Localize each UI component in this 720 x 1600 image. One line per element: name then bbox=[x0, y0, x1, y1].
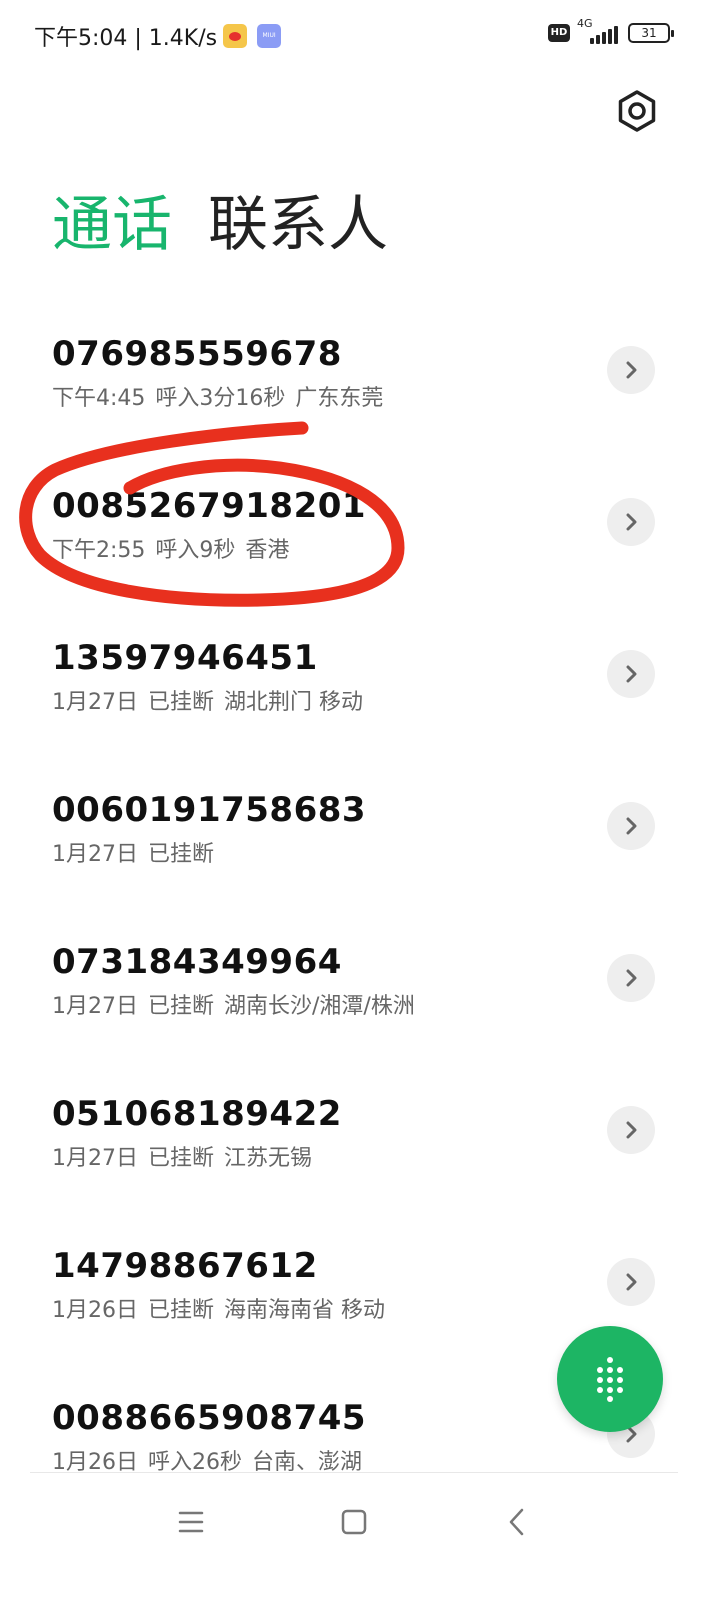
gear-icon bbox=[618, 90, 656, 132]
call-status: 已挂断 bbox=[148, 1146, 215, 1171]
chevron-right-icon bbox=[626, 1121, 637, 1139]
battery-level: 31 bbox=[641, 26, 657, 40]
call-log-item[interactable]: 073184349964 1月27日 已挂断 湖南长沙/湘潭/株洲 bbox=[0, 928, 720, 1080]
call-time: 下午2:55 bbox=[52, 538, 146, 563]
miui-icon: MIUI bbox=[257, 24, 282, 48]
call-time: 1月27日 bbox=[52, 1146, 138, 1171]
call-status: 已挂断 bbox=[148, 690, 215, 715]
call-details-button[interactable] bbox=[607, 1258, 655, 1306]
chevron-right-icon bbox=[626, 513, 637, 531]
call-detail: 1月27日 已挂断 湖北荆门 移动 bbox=[52, 684, 363, 716]
chevron-right-icon bbox=[626, 361, 637, 379]
call-number: 14798867612 bbox=[52, 1246, 318, 1286]
call-log-item[interactable]: 0085267918201 下午2:55 呼入9秒 香港 bbox=[0, 472, 720, 624]
chevron-right-icon bbox=[626, 665, 637, 683]
call-details-button[interactable] bbox=[607, 346, 655, 394]
home-button[interactable] bbox=[334, 1502, 374, 1542]
back-icon bbox=[509, 1508, 524, 1536]
call-status: 已挂断 bbox=[148, 1298, 215, 1323]
chevron-right-icon bbox=[626, 969, 637, 987]
home-icon bbox=[341, 1509, 367, 1535]
call-status: 已挂断 bbox=[148, 994, 215, 1019]
nav-divider bbox=[30, 1472, 678, 1473]
call-log-item[interactable]: 051068189422 1月27日 已挂断 江苏无锡 bbox=[0, 1080, 720, 1232]
status-left: 下午5:04 | 1.4K/s MIUI bbox=[34, 20, 282, 52]
call-log-item[interactable]: 076985559678 下午4:45 呼入3分16秒 广东东莞 bbox=[0, 320, 720, 472]
call-detail: 1月26日 已挂断 海南海南省 移动 bbox=[52, 1292, 385, 1324]
call-details-button[interactable] bbox=[607, 802, 655, 850]
call-time: 下午4:45 bbox=[52, 386, 146, 411]
signal-bars bbox=[588, 26, 618, 44]
call-location: 湖南长沙/湘潭/株洲 bbox=[224, 994, 415, 1019]
back-button[interactable] bbox=[497, 1502, 537, 1542]
call-time: 1月27日 bbox=[52, 690, 138, 715]
chevron-right-icon bbox=[626, 1273, 637, 1291]
call-location: 海南海南省 移动 bbox=[224, 1298, 386, 1323]
dialpad-button[interactable] bbox=[557, 1326, 663, 1432]
status-bar: 下午5:04 | 1.4K/s MIUI HD 4G 31 bbox=[0, 0, 720, 70]
system-nav-bar bbox=[0, 1490, 720, 1554]
dialpad-icon bbox=[597, 1357, 623, 1402]
call-location: 香港 bbox=[245, 538, 290, 563]
call-details-button[interactable] bbox=[607, 1106, 655, 1154]
recents-button[interactable] bbox=[171, 1502, 211, 1542]
call-detail: 1月27日 已挂断 湖南长沙/湘潭/株洲 bbox=[52, 988, 415, 1020]
call-number: 076985559678 bbox=[52, 334, 342, 374]
call-number: 0060191758683 bbox=[52, 790, 367, 830]
call-number: 073184349964 bbox=[52, 942, 342, 982]
call-number: 13597946451 bbox=[52, 638, 318, 678]
hd-badge: HD bbox=[548, 24, 570, 42]
status-right: HD 4G 31 bbox=[548, 17, 674, 46]
call-log-item[interactable]: 0060191758683 1月27日 已挂断 bbox=[0, 776, 720, 928]
weibo-icon bbox=[223, 24, 248, 48]
call-status: 呼入9秒 bbox=[155, 538, 236, 563]
chevron-right-icon bbox=[626, 817, 637, 835]
call-number: 051068189422 bbox=[52, 1094, 342, 1134]
menu-icon bbox=[178, 1511, 204, 1533]
settings-button[interactable] bbox=[614, 88, 660, 134]
call-location: 江苏无锡 bbox=[224, 1146, 313, 1171]
call-location: 广东东莞 bbox=[295, 386, 384, 411]
battery-icon: 31 bbox=[628, 23, 674, 43]
tab-contacts[interactable]: 联系人 bbox=[208, 176, 388, 263]
call-details-button[interactable] bbox=[607, 954, 655, 1002]
call-detail: 1月27日 已挂断 bbox=[52, 836, 214, 868]
signal-icon: 4G bbox=[576, 17, 618, 46]
tab-calls[interactable]: 通话 bbox=[52, 176, 172, 263]
call-location: 湖北荆门 移动 bbox=[224, 690, 364, 715]
call-time: 1月27日 bbox=[52, 842, 138, 867]
tab-bar: 通话 联系人 bbox=[52, 176, 424, 263]
call-details-button[interactable] bbox=[607, 498, 655, 546]
call-detail: 下午4:45 呼入3分16秒 广东东莞 bbox=[52, 380, 383, 412]
call-log-item[interactable]: 13597946451 1月27日 已挂断 湖北荆门 移动 bbox=[0, 624, 720, 776]
call-number: 0085267918201 bbox=[52, 486, 367, 526]
phone-screen: 下午5:04 | 1.4K/s MIUI HD 4G 31 通话 联系人 076… bbox=[0, 0, 720, 1600]
status-time-speed: 下午5:04 | 1.4K/s bbox=[34, 26, 218, 51]
call-number: 0088665908745 bbox=[52, 1398, 367, 1438]
call-status: 呼入3分16秒 bbox=[155, 386, 286, 411]
call-details-button[interactable] bbox=[607, 650, 655, 698]
call-detail: 1月27日 已挂断 江苏无锡 bbox=[52, 1140, 312, 1172]
call-time: 1月26日 bbox=[52, 1298, 138, 1323]
call-status: 已挂断 bbox=[148, 842, 215, 867]
call-time: 1月27日 bbox=[52, 994, 138, 1019]
call-detail: 下午2:55 呼入9秒 香港 bbox=[52, 532, 289, 564]
